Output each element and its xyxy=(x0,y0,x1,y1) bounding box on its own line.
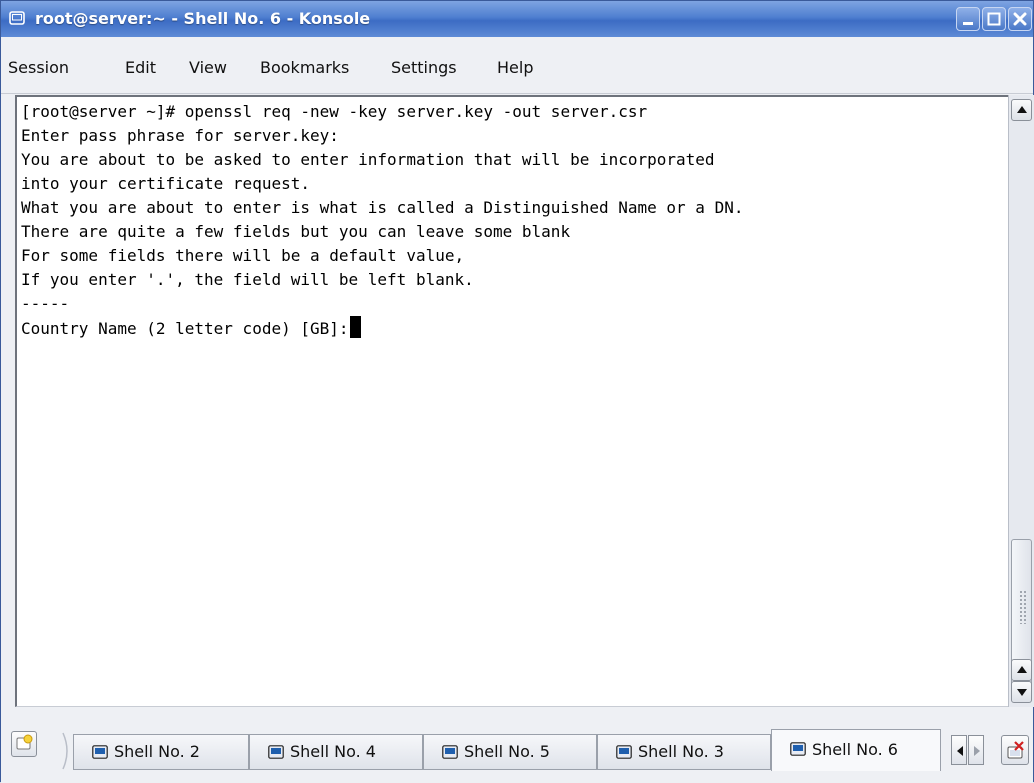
menu-edit[interactable]: Edit xyxy=(125,37,156,99)
tab-shell-6[interactable]: Shell No. 6 xyxy=(771,729,941,771)
konsole-window: root@server:~ - Shell No. 6 - Konsole Se… xyxy=(0,0,1034,783)
terminal-prompt-line: Country Name (2 letter code) [GB]: xyxy=(21,316,361,341)
tab-shell-2[interactable]: Shell No. 2 xyxy=(73,734,249,770)
terminal-line: There are quite a few fields but you can… xyxy=(21,222,571,241)
terminal-icon xyxy=(616,745,632,759)
terminal-line: into your certificate request. xyxy=(21,174,310,193)
close-session-icon xyxy=(1007,741,1024,759)
tab-label: Shell No. 3 xyxy=(638,742,724,761)
menu-help[interactable]: Help xyxy=(497,37,533,99)
tab-label: Shell No. 5 xyxy=(464,742,550,761)
arrow-up-icon xyxy=(1017,106,1027,113)
arrow-right-icon xyxy=(974,746,980,756)
text-cursor xyxy=(349,316,361,338)
tab-scroll-right-button[interactable] xyxy=(968,735,984,765)
scroll-up-button-bottom[interactable] xyxy=(1011,659,1032,681)
menu-view[interactable]: View xyxy=(189,37,227,99)
menu-bar: Session Edit View Bookmarks Settings Hel… xyxy=(1,37,1033,94)
tab-label: Shell No. 6 xyxy=(812,740,898,759)
maximize-button[interactable] xyxy=(982,7,1006,31)
tab-shell-5[interactable]: Shell No. 5 xyxy=(423,734,597,770)
terminal-line: For some fields there will be a default … xyxy=(21,246,465,265)
terminal-output[interactable]: [root@server ~]# openssl req -new -key s… xyxy=(15,95,1008,707)
new-session-button[interactable] xyxy=(11,731,37,757)
menu-bookmarks[interactable]: Bookmarks xyxy=(260,37,349,99)
terminal-icon xyxy=(9,11,25,25)
title-bar[interactable]: root@server:~ - Shell No. 6 - Konsole xyxy=(1,1,1033,37)
tab-shell-3[interactable]: Shell No. 3 xyxy=(597,734,771,770)
scroll-up-button[interactable] xyxy=(1011,99,1032,121)
prompt-text: Country Name (2 letter code) [GB]: xyxy=(21,319,349,338)
terminal-icon xyxy=(442,745,458,759)
grip-icon xyxy=(1019,590,1027,624)
tab-label: Shell No. 2 xyxy=(114,742,200,761)
terminal-icon xyxy=(790,742,806,756)
maximize-icon xyxy=(987,12,1001,26)
menu-session[interactable]: Session xyxy=(8,37,69,99)
terminal-icon xyxy=(92,745,108,759)
menu-settings[interactable]: Settings xyxy=(391,37,457,99)
terminal-line: If you enter '.', the field will be left… xyxy=(21,270,474,289)
minimize-icon xyxy=(963,22,973,25)
minimize-button[interactable] xyxy=(956,7,980,31)
scroll-down-button[interactable] xyxy=(1011,681,1032,703)
close-session-button[interactable] xyxy=(1001,735,1029,765)
arrow-left-icon xyxy=(957,746,963,756)
close-icon xyxy=(1013,12,1027,26)
arrow-down-icon xyxy=(1017,689,1027,696)
vertical-scrollbar[interactable] xyxy=(1008,95,1034,707)
tab-label: Shell No. 4 xyxy=(290,742,376,761)
terminal-icon xyxy=(268,745,284,759)
window-title: root@server:~ - Shell No. 6 - Konsole xyxy=(35,9,371,28)
arrow-up-icon xyxy=(1017,666,1027,673)
terminal-line: Enter pass phrase for server.key: xyxy=(21,126,339,145)
terminal-line: ----- xyxy=(21,294,70,313)
terminal-line: What you are about to enter is what is c… xyxy=(21,198,744,217)
tab-shell-4[interactable]: Shell No. 4 xyxy=(249,734,423,770)
new-session-icon xyxy=(16,734,33,750)
terminal-line: [root@server ~]# openssl req -new -key s… xyxy=(21,102,648,121)
tab-scroll-left-button[interactable] xyxy=(951,735,967,765)
close-button[interactable] xyxy=(1008,7,1032,31)
terminal-line: You are about to be asked to enter infor… xyxy=(21,150,715,169)
